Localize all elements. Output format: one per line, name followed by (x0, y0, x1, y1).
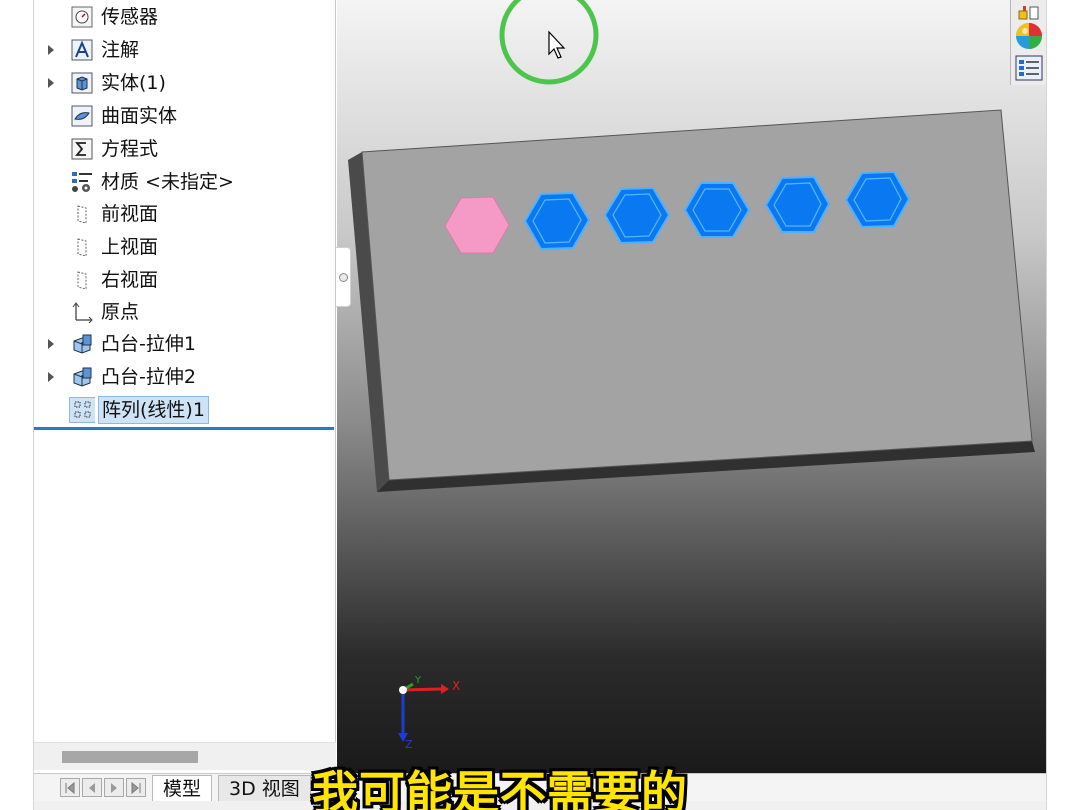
boss-extrude-icon (69, 331, 95, 357)
tree-item-material[interactable]: 材质 <未指定> (34, 167, 334, 197)
plane-icon (69, 234, 95, 260)
tree-item-right-plane[interactable]: 右视面 (34, 265, 334, 295)
feature-manager-tree: 传感器 注解 实体(1) 曲面实体 方程式 材质 <未指定> 前视面 上视面 右… (34, 0, 336, 773)
right-frame (1046, 0, 1080, 810)
expand-arrow-icon[interactable] (46, 338, 56, 350)
tree-item-boss-extrude1[interactable]: 凸台-拉伸1 (34, 329, 334, 359)
tree-item-label: 凸台-拉伸1 (101, 333, 196, 355)
custom-properties-icon[interactable] (1014, 54, 1044, 82)
tree-item-solid-bodies[interactable]: 实体(1) (34, 68, 334, 98)
tree-item-surface-bodies[interactable]: 曲面实体 (34, 101, 334, 131)
linear-pattern-icon (69, 397, 95, 423)
plane-icon (69, 267, 95, 293)
model-scene: X Y Z (348, 0, 1035, 751)
scrollbar-thumb[interactable] (62, 751, 198, 763)
expand-arrow-icon[interactable] (46, 44, 56, 56)
surface-body-icon (69, 103, 95, 129)
tree-item-top-plane[interactable]: 上视面 (34, 232, 334, 262)
tree-item-label: 前视面 (101, 203, 159, 225)
mouse-cursor-icon (548, 30, 566, 59)
video-subtitle: 我可能是不需要的 (312, 766, 688, 810)
tree-item-front-plane[interactable]: 前视面 (34, 199, 334, 229)
tree-item-linear-pattern1[interactable]: 阵列(线性)1 (34, 395, 334, 425)
tab-model[interactable]: 模型 (152, 775, 213, 801)
rollback-bar[interactable] (34, 427, 334, 430)
left-frame (0, 0, 34, 810)
tree-item-label: 曲面实体 (101, 105, 178, 127)
expand-arrow-icon[interactable] (46, 371, 56, 383)
reference-triad: X Y Z (398, 675, 460, 751)
tree-item-label: 实体(1) (101, 72, 166, 94)
origin-icon (69, 299, 95, 325)
plane-icon (69, 201, 95, 227)
triad-y-label: Y (414, 675, 422, 686)
splitter-grip-icon (339, 273, 348, 282)
tree-item-boss-extrude2[interactable]: 凸台-拉伸2 (34, 362, 334, 392)
boss-extrude-icon (69, 364, 95, 390)
tree-item-equations[interactable]: 方程式 (34, 134, 334, 164)
tree-item-label: 凸台-拉伸2 (101, 366, 196, 388)
expand-arrow-icon[interactable] (46, 77, 56, 89)
panel-splitter-handle[interactable] (336, 247, 351, 307)
graphics-viewport[interactable]: X Y Z (337, 0, 1046, 773)
tree-item-label: 传感器 (101, 6, 159, 28)
tree-item-origin[interactable]: 原点 (34, 297, 334, 327)
solid-body-icon (69, 70, 95, 96)
tree-item-label: 注解 (101, 39, 140, 61)
material-icon (69, 169, 95, 195)
triad-z-label: Z (405, 738, 413, 751)
tree-item-label: 上视面 (101, 236, 159, 258)
tree-item-label: 右视面 (101, 269, 159, 291)
sensor-icon (69, 4, 95, 30)
appearances-icon[interactable] (1014, 22, 1044, 50)
plate-top-face (361, 109, 1033, 481)
tab-3d-view[interactable]: 3D 视图 (218, 775, 311, 801)
previous-tab-icon[interactable] (82, 778, 102, 797)
tree-item-annotations[interactable]: 注解 (34, 35, 334, 65)
solidworks-window: 传感器 注解 实体(1) 曲面实体 方程式 材质 <未指定> 前视面 上视面 右… (0, 0, 1080, 810)
tree-item-sensors[interactable]: 传感器 (34, 2, 334, 32)
tree-item-label: 阵列(线性)1 (98, 396, 209, 424)
horizontal-scrollbar[interactable] (34, 742, 336, 770)
annotation-icon (69, 37, 95, 63)
equation-icon (69, 136, 95, 162)
task-pane (1010, 0, 1046, 85)
triad-x-label: X (452, 679, 460, 693)
next-tab-icon[interactable] (104, 778, 124, 797)
tree-item-label: 原点 (101, 301, 140, 323)
tree-item-label: 方程式 (101, 138, 159, 160)
first-tab-icon[interactable] (60, 778, 80, 797)
tree-item-label: 材质 <未指定> (101, 171, 234, 193)
last-tab-icon[interactable] (126, 778, 146, 797)
